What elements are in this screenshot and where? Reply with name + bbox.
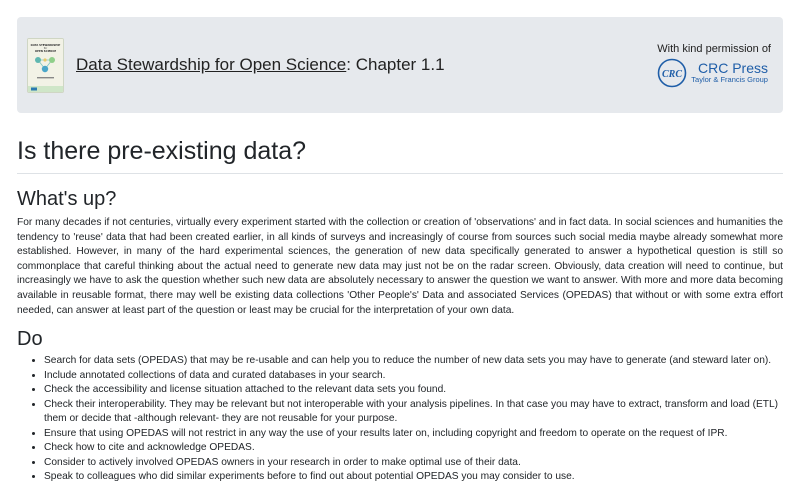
publisher-tagline: Taylor & Francis Group	[691, 75, 768, 85]
list-item: Check how to cite and acknowledge OPEDAS…	[44, 441, 783, 456]
list-item: Check their interoperability. They may b…	[44, 398, 783, 427]
chapter-label: : Chapter 1.1	[346, 55, 445, 74]
banner-left: DATA STEWARDSHIP for OPEN SCIENCE Data S…	[27, 37, 445, 93]
book-banner: DATA STEWARDSHIP for OPEN SCIENCE Data S…	[17, 17, 783, 113]
crc-press-logo[interactable]: CRC CRC Press Taylor & Francis Group	[657, 58, 768, 88]
page: DATA STEWARDSHIP for OPEN SCIENCE Data S…	[0, 0, 800, 485]
book-cover-art: DATA STEWARDSHIP for OPEN SCIENCE	[28, 38, 63, 92]
do-heading: Do	[17, 328, 43, 351]
crc-logo-mark: CRC	[662, 69, 682, 80]
list-item: Check the accessibility and license situ…	[44, 383, 783, 398]
permission-text: With kind permission of	[657, 42, 771, 55]
publisher-name: CRC Press	[697, 60, 768, 77]
page-title: Is there pre-existing data?	[17, 137, 783, 174]
book-cover-thumbnail[interactable]: DATA STEWARDSHIP for OPEN SCIENCE	[27, 37, 64, 93]
crc-logo-icon: CRC	[657, 58, 687, 87]
list-item: Include annotated collections of data an…	[44, 369, 783, 384]
banner-title: Data Stewardship for Open Science: Chapt…	[76, 55, 445, 75]
list-item: Consider to actively involved OPEDAS own…	[44, 456, 783, 471]
list-item: Ensure that using OPEDAS will not restri…	[44, 427, 783, 442]
whats-up-paragraph: For many decades if not centuries, virtu…	[17, 217, 783, 316]
do-list: Search for data sets (OPEDAS) that may b…	[17, 354, 783, 485]
publisher-credit: With kind permission of CRC CRC Press Ta…	[657, 43, 771, 88]
whats-up-heading: What's up?	[17, 188, 117, 210]
list-item: Speak to colleagues who did similar expe…	[44, 470, 783, 485]
cover-title-line-3: OPEN SCIENCE	[35, 49, 57, 53]
list-item: Search for data sets (OPEDAS) that may b…	[44, 354, 783, 369]
book-title-link[interactable]: Data Stewardship for Open Science	[76, 55, 346, 74]
